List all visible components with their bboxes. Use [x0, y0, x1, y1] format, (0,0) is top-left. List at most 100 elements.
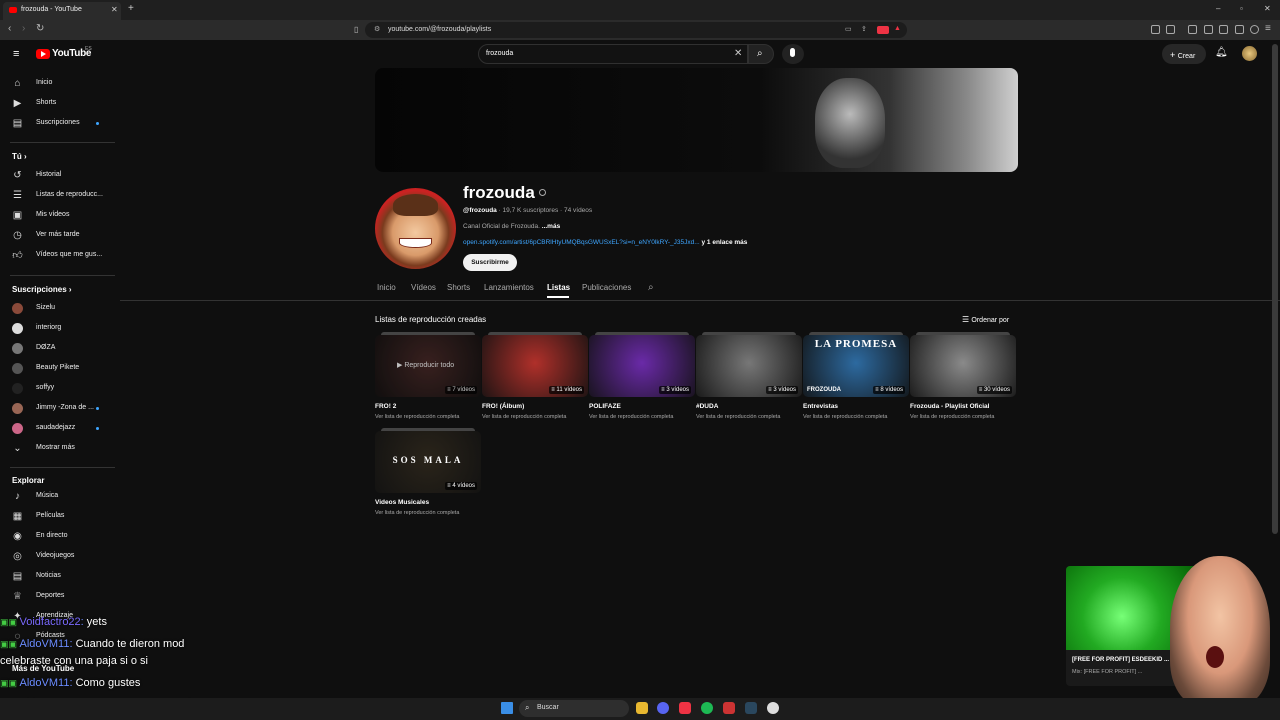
spotify-link[interactable]: open.spotify.com/artist/6pCBRlHtyUMQBqsG… [463, 239, 700, 246]
extension-icon[interactable] [1166, 25, 1175, 34]
playlist-card[interactable]: ≡ 3 vídeos POLIFAZE Ver lista de reproducc… [589, 332, 695, 425]
brave-shield-icon[interactable] [877, 26, 889, 34]
view-full-playlist-link[interactable]: Ver lista de reproducción completa [589, 414, 673, 420]
sidebar-item[interactable]: Jimmy -Zona de ... [0, 399, 120, 419]
playlist-thumbnail[interactable]: ≡ 3 vídeos [589, 335, 695, 397]
channel-description[interactable]: Canal Oficial de Frozouda. ...más [463, 223, 560, 230]
playlist-card[interactable]: ≡ 3 vídeos #DUDA Ver lista de reproducción… [696, 332, 802, 425]
sidebar-item[interactable]: ♕ Deportes [0, 587, 120, 607]
playlist-thumbnail[interactable]: SOS MALA ≡ 4 vídeos [375, 431, 481, 493]
description-more-link[interactable]: ...más [542, 223, 560, 230]
music-extension-icon[interactable] [1188, 25, 1197, 34]
new-tab-button[interactable]: + [128, 3, 134, 14]
more-links[interactable]: y 1 enlace más [700, 239, 747, 246]
sidebar-section-header[interactable]: Tú › [12, 152, 27, 161]
sidebar-item[interactable]: ◷ Ver más tarde [0, 226, 120, 246]
playlist-title[interactable]: POLIFAZE [589, 403, 621, 410]
playlist-title[interactable]: Frozouda - Playlist Oficial [910, 403, 989, 410]
sidebar-item[interactable]: 👍︎ Vídeos que me gus... [0, 246, 120, 266]
sidebar-item[interactable]: ◉ En directo [0, 527, 120, 547]
steam-icon[interactable] [745, 702, 757, 714]
sidebar-icon[interactable] [1204, 25, 1213, 34]
sidebar-item[interactable]: ♪ Música [0, 487, 120, 507]
page-scrollbar[interactable] [1272, 44, 1278, 534]
sidebar-item[interactable]: ⌄ Mostrar más [0, 439, 120, 459]
sidebar-item[interactable]: ⌂ Inicio [0, 74, 120, 94]
sidebar-item[interactable]: ◎ Videojuegos [0, 547, 120, 567]
back-icon[interactable]: ‹ [8, 23, 11, 34]
windows-start-icon[interactable] [501, 702, 513, 714]
view-full-playlist-link[interactable]: Ver lista de reproducción completa [482, 414, 566, 420]
playlist-title[interactable]: FRO! 2 [375, 403, 396, 410]
playlist-thumbnail[interactable]: ≡ 3 vídeos [696, 335, 802, 397]
sidebar-item[interactable]: ↺ Historial [0, 166, 120, 186]
playlist-title[interactable]: Entrevistas [803, 403, 838, 410]
maximize-button[interactable]: ▫ [1240, 4, 1243, 13]
app-icon[interactable] [723, 702, 735, 714]
site-info-icon[interactable]: ⚙ [374, 25, 380, 33]
sidebar-item[interactable]: soffyy [0, 379, 120, 399]
reload-icon[interactable]: ↻ [36, 23, 44, 34]
sidebar-item[interactable]: ☰ Listas de reproducc... [0, 186, 120, 206]
tab-close-icon[interactable]: ✕ [111, 5, 118, 14]
playlist-card[interactable]: LA PROMESA FROZOUDA ≡ 8 vídeos Entrevistas V… [803, 332, 909, 425]
tab-inicio[interactable]: Inicio [377, 283, 396, 292]
playlist-thumbnail[interactable]: ≡ 11 vídeos [482, 335, 588, 397]
playlist-thumbnail[interactable]: LA PROMESA FROZOUDA ≡ 8 vídeos [803, 335, 909, 397]
minimize-button[interactable]: – [1216, 4, 1220, 13]
tab-lanzamientos[interactable]: Lanzamientos [484, 283, 534, 292]
search-box[interactable]: frozouda ✕ [478, 44, 748, 64]
playlist-title[interactable]: #DUDA [696, 403, 718, 410]
playlist-card[interactable]: ▶ Reproducir todo ≡ 7 vídeos FRO! 2 Ver lis… [375, 332, 481, 425]
menu-icon[interactable]: ≡ [1265, 23, 1271, 34]
taskbar-search[interactable]: ⌕ Buscar [519, 700, 629, 717]
tab-shorts[interactable]: Shorts [447, 283, 470, 292]
vpn-icon[interactable] [1250, 25, 1259, 34]
voice-search-button[interactable] [782, 44, 804, 64]
view-full-playlist-link[interactable]: Ver lista de reproducción completa [910, 414, 994, 420]
tab-videos[interactable]: Vídeos [411, 283, 436, 292]
tab-publicaciones[interactable]: Publicaciones [582, 283, 631, 292]
forward-icon[interactable]: › [22, 23, 25, 34]
account-avatar[interactable] [1242, 46, 1257, 61]
playlist-title[interactable]: Videos Musicales [375, 499, 429, 506]
share-icon[interactable]: ⇪ [861, 25, 867, 33]
extension-icon[interactable] [1151, 25, 1160, 34]
search-input[interactable]: frozouda [486, 50, 513, 57]
play-all-button[interactable]: ▶ Reproducir todo [397, 361, 454, 369]
view-full-playlist-link[interactable]: Ver lista de reproducción completa [696, 414, 780, 420]
notifications-bell-icon[interactable]: 🔔︎ [1215, 47, 1228, 58]
create-button[interactable]: + Crear [1162, 44, 1206, 64]
url-bar[interactable]: ⚙ youtube.com/@frozouda/playlists ▭ ⇪ ▲ [365, 22, 907, 38]
browser-tab[interactable]: frozouda - YouTube ✕ [3, 2, 121, 20]
playlist-card[interactable]: ≡ 11 vídeos FRO! (Álbum) Ver lista de repr… [482, 332, 588, 425]
sidebar-item[interactable]: ▤ Noticias [0, 567, 120, 587]
sidebar-item[interactable]: interiorg [0, 319, 120, 339]
playlist-thumbnail[interactable]: ▶ Reproducir todo ≡ 7 vídeos [375, 335, 481, 397]
tab-listas[interactable]: Listas [547, 283, 570, 292]
spotify-icon[interactable] [701, 702, 713, 714]
search-button[interactable]: ⌕ [748, 44, 774, 64]
sort-button[interactable]: ☰ Ordenar por [962, 315, 1009, 324]
channel-links[interactable]: open.spotify.com/artist/6pCBRlHtyUMQBqsG… [463, 239, 747, 246]
cast-icon[interactable]: ▭ [845, 25, 852, 33]
clear-search-icon[interactable]: ✕ [734, 48, 742, 59]
channel-search-icon[interactable]: ⌕ [648, 282, 654, 293]
playlist-card[interactable]: SOS MALA ≡ 4 vídeos Videos Musicales Ver li… [375, 428, 481, 521]
view-full-playlist-link[interactable]: Ver lista de reproducción completa [375, 510, 459, 516]
sidebar-item[interactable]: Beauty Pikete [0, 359, 120, 379]
sidebar-item[interactable]: saudadejazz [0, 419, 120, 439]
sidebar-item[interactable]: Sizelu [0, 299, 120, 319]
playlist-title[interactable]: FRO! (Álbum) [482, 403, 524, 410]
sidebar-section-header[interactable]: Suscripciones › [12, 285, 72, 294]
wallet-icon[interactable] [1219, 25, 1228, 34]
obs-icon[interactable] [767, 702, 779, 714]
brave-rewards-icon[interactable]: ▲ [894, 25, 901, 32]
brave-browser-icon[interactable] [679, 702, 691, 714]
playlist-card[interactable]: ≡ 30 vídeos Frozouda - Playlist Oficial Ve… [910, 332, 1016, 425]
sidebar-item[interactable]: ▶ Shorts [0, 94, 120, 114]
window-close-button[interactable]: ✕ [1264, 4, 1271, 13]
playlist-thumbnail[interactable]: ≡ 30 vídeos [910, 335, 1016, 397]
subscribe-button[interactable]: Suscribirme [463, 254, 517, 271]
sidebar-item[interactable]: DØZA [0, 339, 120, 359]
